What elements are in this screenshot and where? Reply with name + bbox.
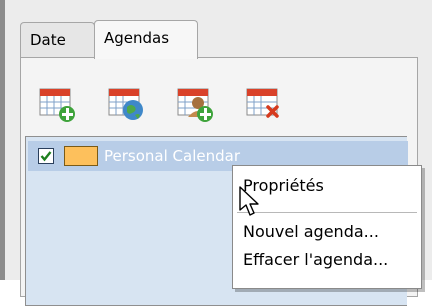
- calendar-user-add-icon: [177, 88, 213, 122]
- context-menu: Propriétés Nouvel agenda... Effacer l'ag…: [232, 165, 422, 289]
- new-calendar-button[interactable]: [36, 83, 76, 123]
- tab-date[interactable]: Date: [20, 22, 95, 58]
- calendar-globe-icon: [108, 88, 143, 120]
- calendar-name: Personal Calendar: [104, 147, 240, 165]
- calendar-color-swatch[interactable]: [64, 146, 98, 166]
- subscribe-calendar-button[interactable]: [105, 83, 145, 123]
- delete-calendar-button[interactable]: [243, 83, 283, 123]
- mouse-pointer-icon: [239, 186, 259, 216]
- calendar-add-icon: [39, 88, 75, 122]
- tab-agendas-label: Agendas: [104, 29, 170, 47]
- add-shared-calendar-button[interactable]: [174, 83, 214, 123]
- checkmark-icon: [40, 151, 52, 162]
- tab-agendas[interactable]: Agendas: [94, 20, 198, 59]
- menu-separator: [237, 212, 417, 213]
- menu-item-new-calendar[interactable]: Nouvel agenda...: [243, 218, 379, 246]
- calendar-visibility-checkbox[interactable]: [38, 148, 54, 164]
- menu-item-delete-calendar[interactable]: Effacer l'agenda...: [243, 246, 388, 274]
- calendar-delete-icon: [246, 88, 279, 118]
- tab-date-label: Date: [30, 31, 66, 49]
